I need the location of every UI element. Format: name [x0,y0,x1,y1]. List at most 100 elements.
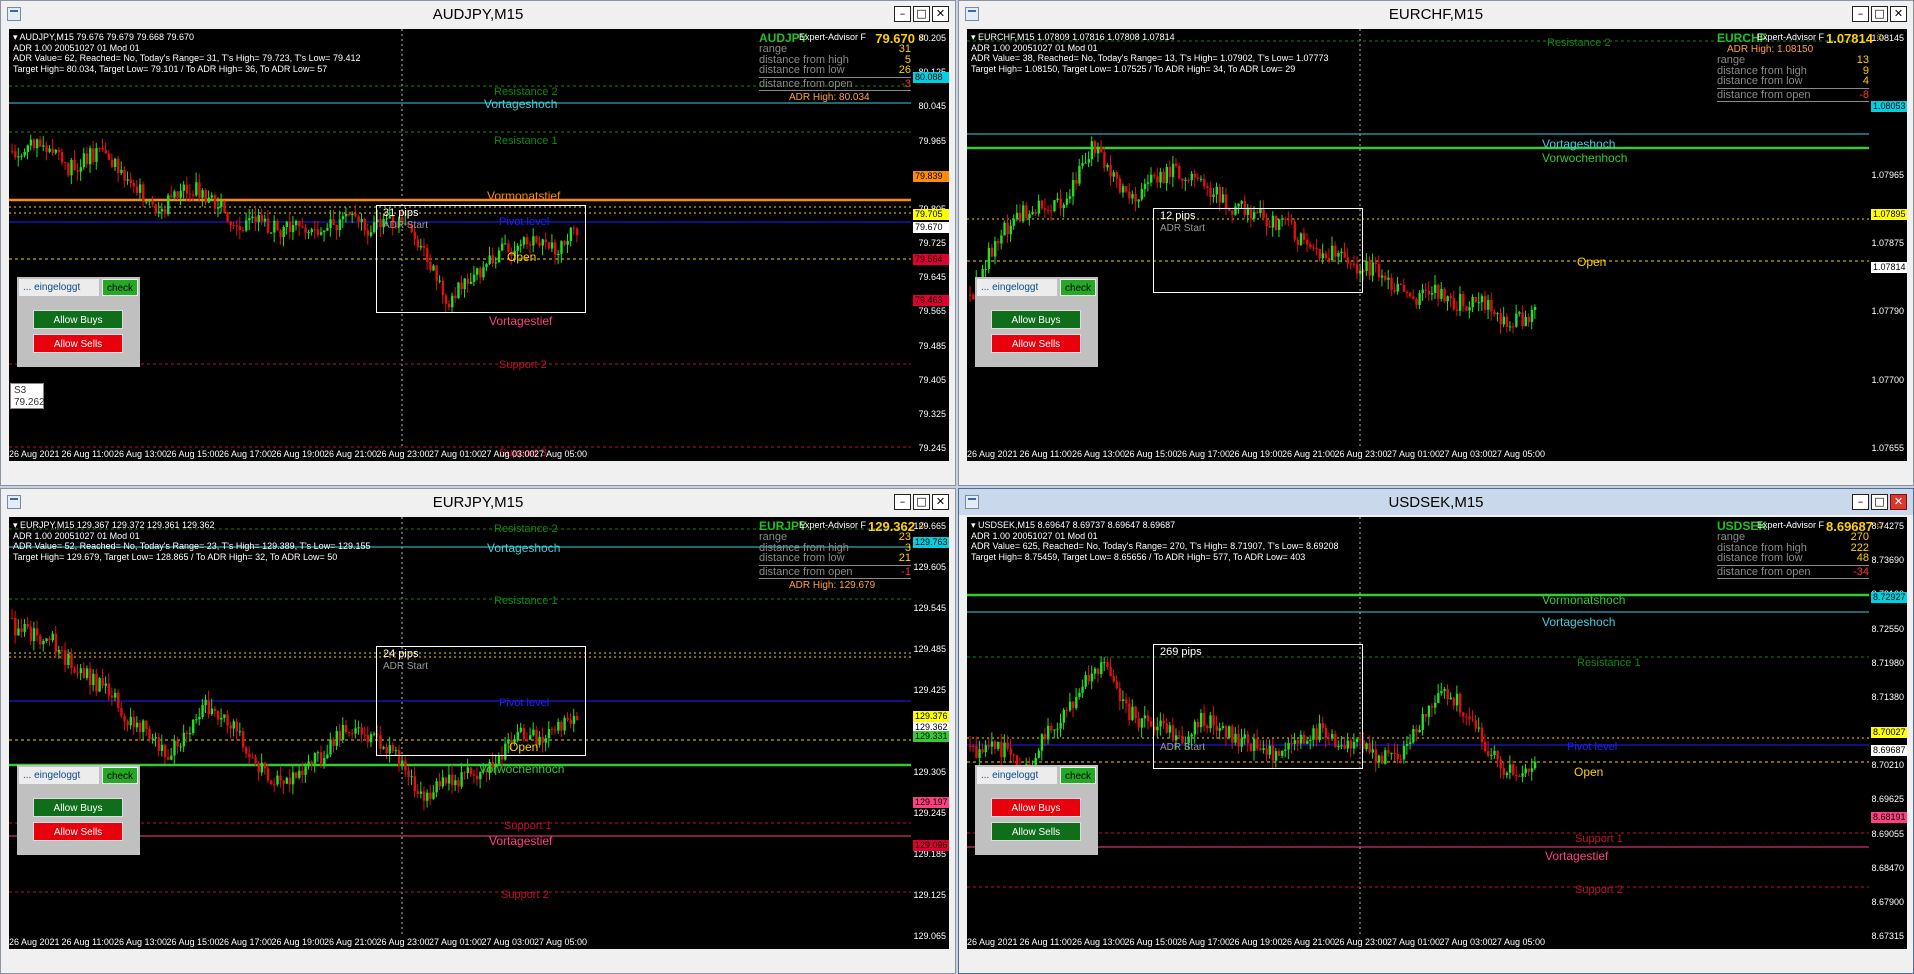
window-menu-icon[interactable] [7,7,21,21]
candle-body [1499,759,1502,769]
y-axis-tick: 8.67900 [1871,896,1904,907]
window-titlebar[interactable]: EURJPY,M15 – □ ✕ [1,489,955,515]
candle-body [1405,743,1409,746]
candle-body [1134,194,1137,202]
window-titlebar[interactable]: AUDJPY,M15 – □ ✕ [1,1,955,27]
candle-body [70,653,73,669]
close-button[interactable]: ✕ [932,494,949,510]
check-button[interactable]: check [102,767,138,784]
chart-window-eurjpy[interactable]: EURJPY,M15 – □ ✕ ▾ EURJPY,M15 129.367 129.37… [0,488,956,974]
minimize-button[interactable]: – [894,494,911,510]
candle-body [1059,722,1062,729]
chart-plot-area[interactable]: ▾ EURJPY,M15 129.367 129.372 129.361 129… [9,517,949,949]
candle-body [1153,174,1156,177]
allow-sells-button[interactable]: Allow Sells [991,822,1081,841]
close-button[interactable]: ✕ [932,6,949,22]
minimize-button[interactable]: – [1852,494,1869,510]
candle-body [301,226,304,228]
candle-body [460,772,463,787]
candle-body [1449,697,1453,700]
close-button[interactable]: ✕ [1890,6,1907,22]
level-label: Vorwochenhoch [1542,151,1628,165]
collapse-icon[interactable]: ▾ [971,32,978,42]
candle-body [447,774,451,784]
candle-body [142,720,145,733]
candle-body [1034,211,1037,214]
pips-label: 24 pips [383,648,419,660]
allow-sells-button[interactable]: Allow Sells [33,822,123,841]
close-button[interactable]: ✕ [1890,494,1907,510]
maximize-button[interactable]: □ [1871,6,1888,22]
candle-body [1143,715,1147,719]
x-axis-tick: 27 Aug 03:00 [1439,937,1493,947]
candle-body [195,719,198,721]
chart-window-eurchf[interactable]: EURCHF,M15 – □ ✕ ▾ EURCHF,M15 1.07809 1.0781… [958,0,1914,486]
window-menu-icon[interactable] [965,7,979,21]
allow-buys-button[interactable]: Allow Buys [33,798,123,817]
candle-body [1047,209,1050,211]
allow-buys-button[interactable]: Allow Buys [991,798,1081,817]
adr-start-label: ADR Start [1160,742,1206,753]
ea-row-label: distance from open [759,565,853,578]
y-axis-tick: 129.305 [913,767,946,777]
candle-body [1399,759,1403,761]
window-titlebar[interactable]: EURCHF,M15 – □ ✕ [959,1,1913,27]
maximize-button[interactable]: □ [913,494,930,510]
allow-buys-button[interactable]: Allow Buys [33,310,123,329]
candle-body [185,732,189,734]
candle-body [1178,165,1181,179]
candle-body [441,777,445,787]
check-button[interactable]: check [102,279,138,296]
x-axis-tick: 26 Aug 2021 [9,449,60,459]
y-axis-tick: 1.07875 [1871,238,1904,248]
minimize-button[interactable]: – [894,6,911,22]
candle-body [354,728,357,734]
candle-body [263,218,267,222]
candle-body [1090,141,1094,160]
collapse-icon[interactable]: ▾ [13,520,20,530]
window-title: AUDJPY,M15 [432,5,524,23]
maximize-button[interactable]: □ [1871,494,1888,510]
candle-body [204,190,207,203]
x-axis-tick: 26 Aug 21:00 [324,937,378,947]
chart-window-usdsek[interactable]: USDSEK,M15 – □ ✕ ▾ USDSEK,M15 8.69647 8.6973… [958,488,1914,974]
allow-sells-button[interactable]: Allow Sells [33,334,123,353]
level-label: Support 1 [504,820,552,832]
candle-body [254,216,257,222]
candle-body [360,727,363,735]
candle-body [235,225,239,227]
ea-row-label: range [759,531,788,543]
chart-plot-area[interactable]: ▾ USDSEK,M15 8.69647 8.69737 8.69647 8.6… [967,517,1907,949]
window-titlebar[interactable]: USDSEK,M15 – □ ✕ [959,489,1913,515]
chart-plot-area[interactable]: ▾ EURCHF,M15 1.07809 1.07816 1.07808 1.0… [967,29,1907,461]
candle-body [213,195,217,209]
candle-body [1112,676,1115,682]
collapse-icon[interactable]: ▾ [971,520,978,530]
check-button[interactable]: check [1060,767,1096,784]
candlestick-chart[interactable] [967,517,1907,949]
y-axis-tick: 79.245 [918,443,946,453]
candle-body [1012,218,1016,226]
price-label: 129.331 [913,731,949,742]
allow-sells-button[interactable]: Allow Sells [991,334,1081,353]
maximize-button[interactable]: □ [913,6,930,22]
candle-body [182,184,186,191]
candle-body [276,220,279,231]
ea-label: Expert-Advisor F [1757,32,1825,42]
candle-body [151,738,154,740]
candle-body [82,668,86,679]
minimize-button[interactable]: – [1852,6,1869,22]
candle-body [1150,174,1153,183]
candle-body [270,780,273,785]
window-menu-icon[interactable] [7,495,21,509]
allow-buys-button[interactable]: Allow Buys [991,310,1081,329]
check-button[interactable]: check [1060,279,1096,296]
level-label: Vortagestief [489,834,553,848]
window-menu-icon[interactable] [965,495,979,509]
target-line: Target High= 129.679, Target Low= 128.86… [13,552,370,563]
chart-window-audjpy[interactable]: AUDJPY,M15 – □ ✕ ▾ AUDJPY,M15 79.676 79.679 … [0,0,956,486]
level-label: Vorwochenhoch [479,762,565,776]
window-controls: – □ ✕ [894,6,949,22]
chart-plot-area[interactable]: ▾ AUDJPY,M15 79.676 79.679 79.668 79.670… [9,29,949,461]
candle-body [969,746,972,748]
